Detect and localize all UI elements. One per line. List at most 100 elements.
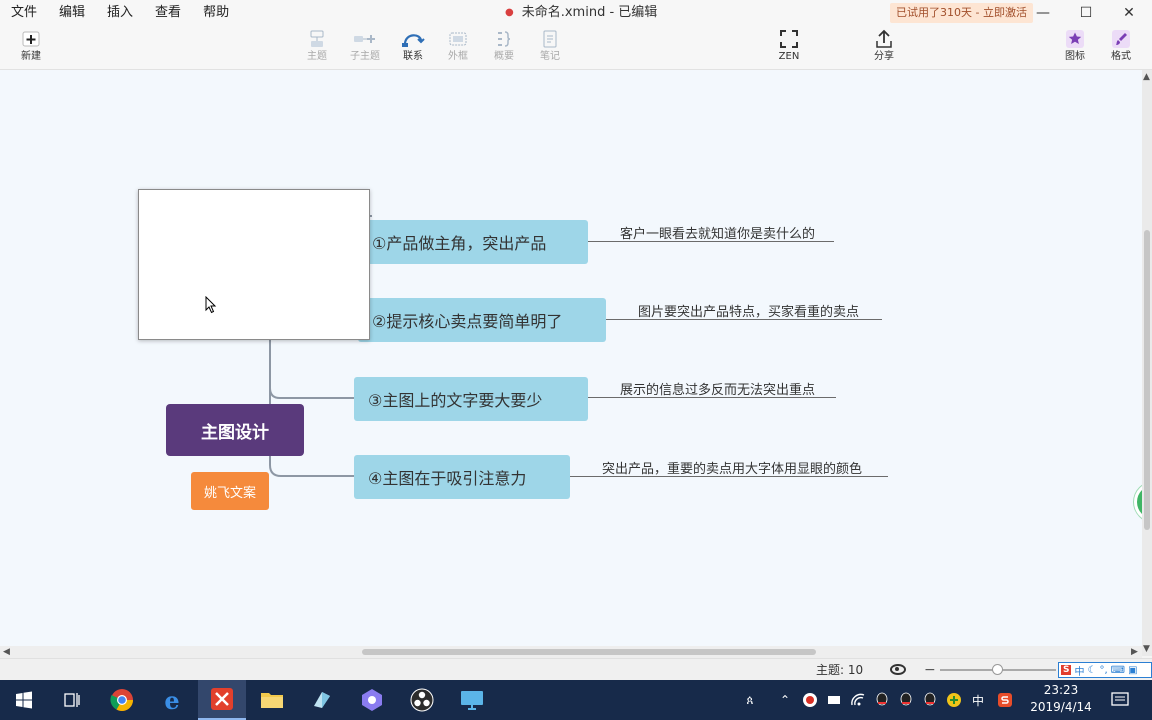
topic-3-note[interactable]: 展示的信息过多反而无法突出重点 [620,379,815,398]
vertical-scroll-thumb[interactable] [1144,230,1150,530]
horizontal-scroll-thumb[interactable] [362,649,816,655]
icon-panel-button[interactable]: 图标 [1052,28,1098,68]
topic-4[interactable]: ④主图在于吸引注意力 [354,455,570,499]
boundary-button[interactable]: 外框 [435,28,481,68]
summary-button[interactable]: 概要 [481,28,527,68]
chrome-icon [110,689,133,711]
share-label: 分享 [874,51,894,62]
scroll-up-icon[interactable]: ▲ [1143,72,1150,82]
title-bar: 文件 编辑 插入 查看 帮助 ● 未命名.xmind - 已编辑 已试用了310… [0,0,1152,26]
scroll-left-icon[interactable]: ◀ [3,647,10,657]
task-view-icon [64,693,80,707]
tray-chevron-up-icon[interactable]: ⌃ [776,680,794,720]
maximize-button[interactable]: ☐ [1063,0,1109,26]
subtopic-button[interactable]: 子主题 [342,28,388,68]
note-icon [541,28,559,50]
topic-count: 主题: 10 [816,663,864,677]
task-view-button[interactable] [48,680,96,720]
taskbar-clock[interactable]: 23:23 2019/4/14 [1030,682,1092,716]
taskbar-explorer[interactable] [248,680,296,720]
fullscreen-icon [779,28,799,50]
notification-center-icon[interactable] [1106,680,1134,720]
mouse-cursor-icon [205,296,217,314]
toolbar: 新建 主题 子主题 联系 外框 概要 笔记 ZEN 分享 图标 格式 [0,26,1152,70]
topic-label-tag[interactable]: 姚飞文案 [191,472,269,510]
zoom-out-button[interactable]: − [924,659,936,681]
mindmap-canvas[interactable]: 主图设计 姚飞文案 ①产品做主角，突出产品 ②提示核心卖点要简单明了 ③主图上的… [0,70,1142,646]
new-button[interactable]: 新建 [8,28,54,68]
topic-4-note[interactable]: 突出产品，重要的卖点用大字体用显眼的颜色 [602,458,862,477]
windows-icon [16,691,32,709]
clock-date: 2019/4/14 [1030,700,1092,714]
icon-panel-label: 图标 [1065,51,1085,62]
ime-shirt-icon: ▣ [1128,664,1138,676]
taskbar-xmind[interactable] [198,680,246,720]
brush-icon [1111,28,1131,50]
menu-bar: 文件 编辑 插入 查看 帮助 [0,0,240,26]
scroll-right-icon[interactable]: ▶ [1131,647,1138,657]
tray-app-icon-1[interactable] [800,680,820,720]
eye-icon[interactable] [890,664,906,675]
unsaved-dot-icon: ● [505,7,514,18]
people-icon[interactable]: ጰ [738,680,762,720]
qq-icon-2[interactable] [896,680,916,720]
subtopic-icon [353,28,377,50]
sogou-tray-icon[interactable] [994,680,1016,720]
folder-icon [261,693,283,708]
tray-ime-mode[interactable]: 中 [968,680,988,720]
taskbar-obs[interactable] [398,680,446,720]
app-icon-8 [461,691,483,710]
menu-edit[interactable]: 编辑 [48,0,96,26]
obs-icon [410,688,434,712]
ime-punct-icon: °, [1099,664,1108,676]
format-panel-button[interactable]: 格式 [1098,28,1144,68]
status-bar: 主题: 10 − [0,658,1152,680]
zen-label: ZEN [778,51,800,62]
taskbar-chrome[interactable] [98,680,146,720]
zoom-slider-handle[interactable] [992,664,1003,675]
ime-mode[interactable]: 中 [1074,663,1084,678]
menu-file[interactable]: 文件 [0,0,48,26]
topic-3[interactable]: ③主图上的文字要大要少 [354,377,588,421]
relationship-button[interactable]: 联系 [390,28,436,68]
menu-help[interactable]: 帮助 [192,0,240,26]
central-topic[interactable]: 主图设计 [166,404,304,456]
topic-1[interactable]: ①产品做主角，突出产品 [358,220,588,264]
qq-icon-1[interactable] [872,680,892,720]
zen-button[interactable]: ZEN [766,28,812,68]
start-button[interactable] [0,680,48,720]
taskbar-app-5[interactable] [298,680,346,720]
taskbar-app-6[interactable] [348,680,396,720]
menu-view[interactable]: 查看 [144,0,192,26]
tray-app-icon-plus[interactable] [944,680,964,720]
app-icon-5 [314,692,330,708]
close-button[interactable]: ✕ [1106,0,1152,26]
app-icon-6 [362,689,382,711]
xmind-icon [211,688,233,710]
note-button[interactable]: 笔记 [527,28,573,68]
vertical-scrollbar[interactable]: ▲ ▼ [1142,70,1152,656]
relationship-label: 联系 [403,51,423,62]
ime-toolbar[interactable]: S 中 ☾ °, ⌨ ▣ [1058,662,1152,678]
taskbar-app-8[interactable] [448,680,496,720]
scroll-down-icon[interactable]: ▼ [1143,644,1150,654]
topic-button[interactable]: 主题 [294,28,340,68]
tray-app-icon-2[interactable] [824,680,844,720]
edge-icon: e [164,685,180,715]
taskbar: e ጰ ⌃ 中 23:23 2019/4/14 [0,680,1152,720]
horizontal-scrollbar[interactable]: ◀ ▶ [0,646,1142,658]
menu-insert[interactable]: 插入 [96,0,144,26]
minimize-button[interactable]: — [1020,0,1066,26]
wifi-icon[interactable] [848,680,868,720]
trial-activate-link[interactable]: 已试用了310天 - 立即激活 [890,3,1033,23]
share-button[interactable]: 分享 [861,28,907,68]
topic-1-note[interactable]: 客户一眼看去就知道你是卖什么的 [620,223,815,242]
topic-2[interactable]: ②提示核心卖点要简单明了 [358,298,606,342]
document-title: ● 未命名.xmind - 已编辑 [505,0,657,26]
blank-popup-window[interactable] [138,189,370,340]
star-icon [1065,28,1085,50]
qq-icon-3[interactable] [920,680,940,720]
topic-2-note[interactable]: 图片要突出产品特点，买家看重的卖点 [638,301,859,320]
taskbar-edge[interactable]: e [148,680,196,720]
new-label: 新建 [21,51,41,62]
